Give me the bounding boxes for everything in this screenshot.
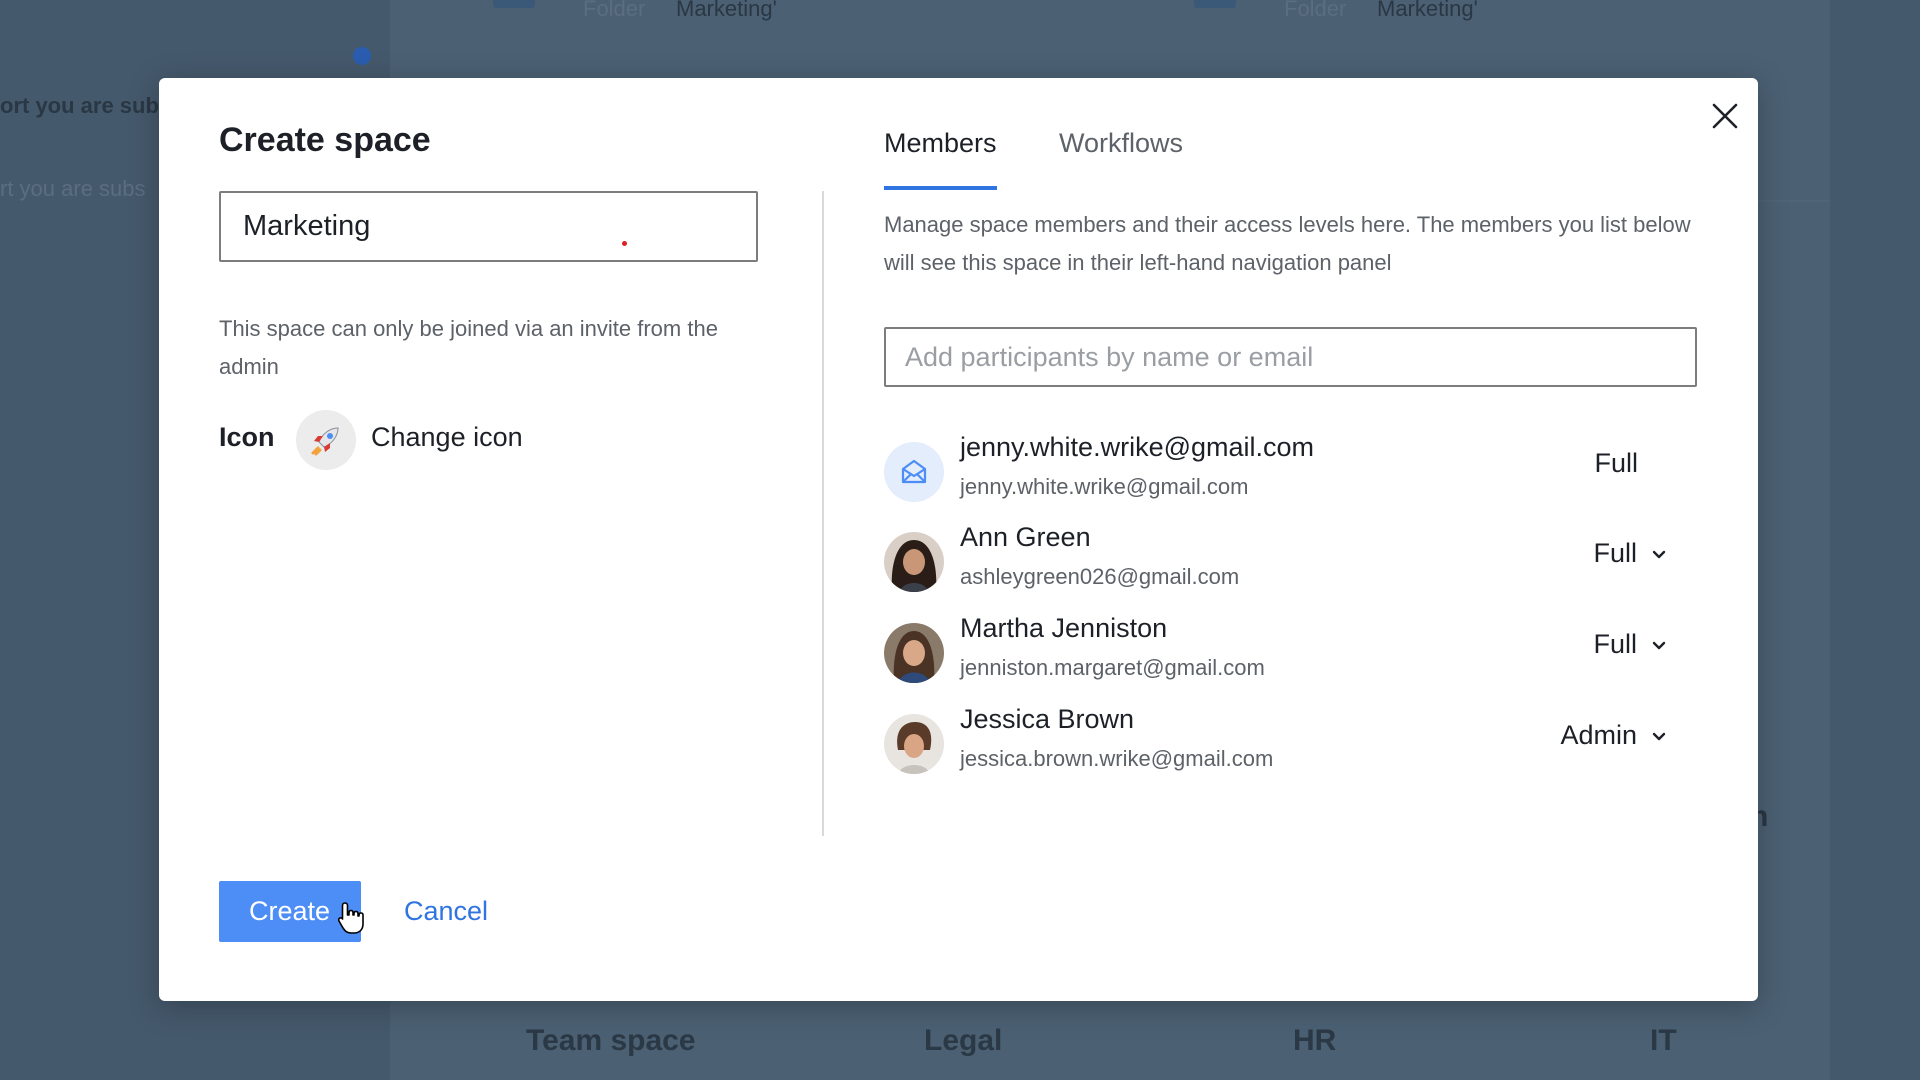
bg-folder-tile: [493, 0, 535, 8]
chevron-down-icon: [1652, 641, 1666, 649]
avatar-photo: [884, 714, 944, 774]
avatar: [884, 623, 944, 683]
envelope-icon: [901, 459, 927, 484]
icon-label: Icon: [219, 422, 275, 452]
bg-dot: [353, 47, 371, 65]
close-button[interactable]: [1705, 96, 1745, 136]
invite-note: This space can only be joined via an inv…: [219, 316, 718, 379]
participants-input[interactable]: [884, 327, 1697, 387]
member-name: Martha Jenniston: [960, 613, 1168, 643]
member-role: Full: [1594, 448, 1638, 479]
rocket-icon: [311, 427, 339, 456]
member-row: Martha Jenniston jenniston.margaret@gmai…: [884, 613, 1697, 689]
bg-tab-legal: Legal: [924, 1024, 1003, 1057]
member-email: jessica.brown.wrike@gmail.com: [960, 746, 1274, 771]
member-name: Jessica Brown: [960, 704, 1135, 734]
role-label: Admin: [1560, 720, 1637, 750]
member-row: Jessica Brown jessica.brown.wrike@gmail.…: [884, 704, 1697, 780]
role-label: Full: [1593, 629, 1637, 659]
members-description: Manage space members and their access le…: [884, 212, 1691, 275]
change-icon-link[interactable]: Change icon: [371, 422, 523, 453]
member-name: Ann Green: [960, 522, 1091, 552]
bg-tab-it: IT: [1650, 1024, 1677, 1057]
member-role-dropdown[interactable]: Full: [1593, 629, 1667, 660]
role-label: Full: [1593, 538, 1637, 568]
member-role-dropdown[interactable]: Admin: [1560, 720, 1667, 751]
bg-folder-label: Folder: [583, 0, 646, 21]
cancel-button[interactable]: Cancel: [404, 896, 488, 927]
cursor-marker: [622, 241, 627, 246]
active-tab-indicator: [884, 186, 997, 190]
tab-workflows[interactable]: Workflows: [1059, 128, 1183, 159]
dialog-title: Create space: [219, 121, 431, 159]
create-space-dialog: Create space This space can only be join…: [159, 78, 1758, 1001]
bg-tab-team-space: Team space: [526, 1024, 696, 1057]
bg-folder-tile: [1194, 0, 1236, 8]
space-icon-button[interactable]: [296, 410, 356, 470]
tab-members[interactable]: Members: [884, 128, 997, 159]
column-divider: [822, 191, 824, 836]
close-icon: [1712, 103, 1738, 129]
bg-left-text: rt you are subs: [0, 176, 146, 201]
hand-cursor-icon: [337, 902, 364, 934]
avatar-photo: [884, 532, 944, 592]
bg-tab-hr: HR: [1293, 1024, 1337, 1057]
chevron-down-icon: [1652, 550, 1666, 558]
avatar: [884, 442, 944, 502]
bg-folder-label: Folder: [1284, 0, 1347, 21]
member-role-dropdown[interactable]: Full: [1593, 538, 1667, 569]
member-email: jenny.white.wrike@gmail.com: [960, 474, 1249, 499]
member-email: jenniston.margaret@gmail.com: [960, 655, 1265, 680]
avatar: [884, 714, 944, 774]
member-name: jenny.white.wrike@gmail.com: [960, 432, 1315, 462]
bg-folder-value: Marketing': [676, 0, 777, 21]
avatar-photo: [884, 623, 944, 683]
space-name-input[interactable]: [219, 191, 758, 262]
role-label: Full: [1594, 448, 1638, 478]
member-row: Ann Green ashleygreen026@gmail.com Full: [884, 522, 1697, 598]
chevron-down-icon: [1652, 732, 1666, 740]
member-row: jenny.white.wrike@gmail.com jenny.white.…: [884, 432, 1697, 508]
bg-left-text: ort you are sub: [0, 93, 159, 118]
bg-folder-value: Marketing': [1377, 0, 1478, 21]
member-email: ashleygreen026@gmail.com: [960, 564, 1240, 589]
avatar: [884, 532, 944, 592]
